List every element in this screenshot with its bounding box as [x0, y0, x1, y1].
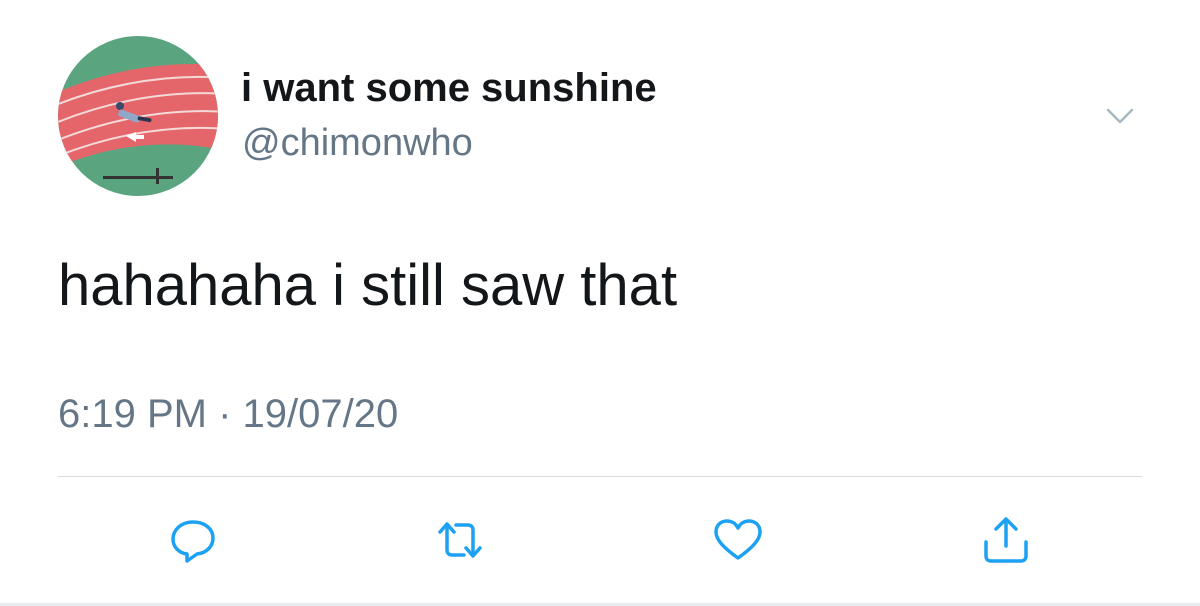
- reply-button[interactable]: [163, 512, 223, 568]
- reply-icon: [171, 520, 215, 563]
- divider: [58, 476, 1142, 477]
- chevron-down-icon[interactable]: [1100, 100, 1140, 132]
- share-icon: [984, 517, 1028, 563]
- avatar[interactable]: [58, 36, 218, 196]
- user-handle[interactable]: @chimonwho: [242, 118, 473, 168]
- avatar-image: [58, 36, 218, 196]
- like-button[interactable]: [708, 512, 768, 568]
- retweet-icon: [438, 522, 482, 558]
- heart-icon: [714, 519, 762, 560]
- tweet-text: hahahaha i still saw that: [58, 253, 678, 318]
- tweet-card: i want some sunshine @chimonwho hahahaha…: [0, 0, 1200, 606]
- share-button[interactable]: [976, 512, 1036, 568]
- retweet-button[interactable]: [430, 512, 490, 568]
- tweet-timestamp[interactable]: 6:19 PM · 19/07/20: [58, 388, 398, 440]
- display-name[interactable]: i want some sunshine: [241, 62, 657, 114]
